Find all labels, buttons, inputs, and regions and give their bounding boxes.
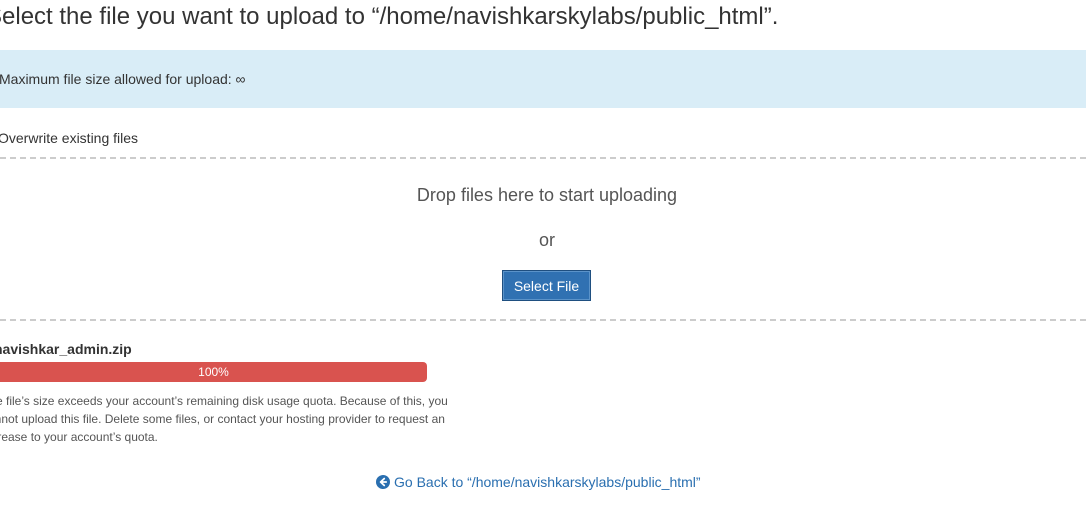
- uploaded-file-name: navishkar_admin.zip: [0, 341, 132, 357]
- upload-progress-bar: 100%: [0, 362, 427, 382]
- or-text: or: [538, 230, 555, 250]
- arrow-circle-left-icon: [376, 475, 390, 489]
- file-upload-page: Select the file you want to upload to “/…: [0, 0, 1086, 512]
- upload-error-message: The file’s size exceeds your account’s r…: [0, 394, 448, 444]
- overwrite-existing-files-label[interactable]: Overwrite existing files: [0, 130, 138, 146]
- upload-progress-fill: 100%: [0, 362, 427, 382]
- max-file-size-banner: Maximum file size allowed for upload: ∞: [0, 50, 1086, 108]
- upload-progress-label: 100%: [198, 365, 229, 379]
- page-title: Select the file you want to upload to “/…: [0, 3, 779, 30]
- go-back-link[interactable]: Go Back to “/home/navishkarskylabs/publi…: [376, 474, 701, 490]
- select-file-button[interactable]: Select File: [502, 270, 591, 301]
- file-drop-zone[interactable]: Drop files here to start uploading or Se…: [0, 157, 1086, 321]
- max-file-size-text: Maximum file size allowed for upload: ∞: [0, 71, 246, 87]
- go-back-label[interactable]: Go Back to “/home/navishkarskylabs/publi…: [394, 474, 701, 490]
- overwrite-existing-files-option[interactable]: Overwrite existing files: [0, 128, 138, 148]
- drop-files-text: Drop files here to start uploading: [416, 185, 678, 205]
